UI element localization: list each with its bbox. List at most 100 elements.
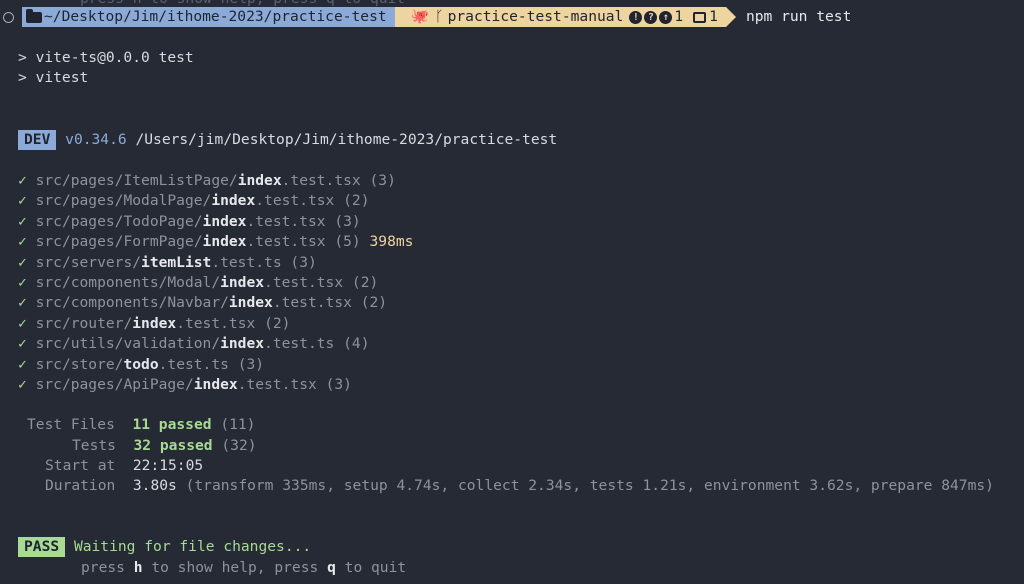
arrow-up-icon: ↑ (659, 10, 673, 24)
check-icon: ✓ (18, 294, 27, 311)
test-file-ext: .test.tsx (246, 213, 326, 230)
test-file-ext: .test.ts (158, 356, 229, 373)
test-count: (3) (369, 172, 396, 189)
git-branch-icon: ᚴ (434, 8, 444, 25)
check-icon: ✓ (18, 213, 27, 230)
test-file-name: index (202, 213, 247, 230)
check-icon: ✓ (18, 254, 27, 271)
summary-label: Test Files (27, 416, 115, 433)
test-file-dir: src/store/ (35, 356, 124, 373)
duration-detail: (transform 335ms, setup 4.74s, collect 2… (185, 477, 994, 494)
test-file-name: index (132, 315, 177, 332)
test-file-name: todo (123, 356, 159, 373)
test-file-ext: .test.tsx (281, 172, 361, 189)
github-icon: 🐙 (410, 8, 429, 25)
help-hint-line: press h to show help, press q to quit (81, 558, 406, 578)
git-ahead-count: 1 (674, 8, 684, 25)
test-count: (2) (360, 294, 388, 311)
summary-duration: Duration 3.80s (transform 335ms, setup 4… (45, 476, 994, 496)
test-file-ext: .test.tsx (237, 376, 317, 393)
git-branch-name: practice-test-manual (447, 8, 624, 25)
help-text: press (81, 559, 125, 576)
pass-status-line: PASS Waiting for file changes... (18, 537, 311, 557)
powerline-separator-icon (725, 7, 736, 27)
test-file-ext: .test.tsx (246, 233, 326, 250)
test-file-dir: src/utils/validation/ (35, 335, 221, 352)
summary-label: Start at (45, 457, 116, 474)
folder-icon (26, 8, 42, 23)
summary-passed: 32 passed (133, 437, 213, 454)
summary-test-files: Test Files 11 passed (11) (27, 415, 255, 435)
test-file-dir: src/pages/TodoPage/ (35, 213, 203, 230)
check-icon: ✓ (18, 376, 27, 393)
test-file-row: ✓ src/pages/ItemListPage/index.test.tsx … (18, 171, 396, 191)
summary-tests: Tests 32 passed (32) (72, 436, 257, 456)
summary-start: Start at 22:15:05 (45, 456, 203, 476)
test-file-ext: .test.tsx (255, 192, 335, 209)
pass-badge: PASS (18, 537, 66, 557)
test-file-name: itemList (141, 254, 212, 271)
test-file-dir: src/pages/ApiPage/ (35, 376, 194, 393)
test-file-ext: .test.tsx (264, 274, 344, 291)
test-file-dir: src/router/ (35, 315, 133, 332)
test-duration: 398 (369, 233, 396, 250)
test-file-name: index (220, 274, 265, 291)
test-count: (2) (351, 274, 379, 291)
prompt-git-segment: 🐙 ᚴ practice-test-manual ! ? ↑ 1 1 (394, 7, 736, 27)
summary-value: 3.80s (132, 477, 177, 494)
prompt-path-segment: ~/Desktop/Jim/ithome-2023/practice-test (22, 7, 405, 27)
test-file-row: ✓ src/components/Modal/index.test.tsx (2… (18, 273, 378, 293)
prompt-status-circle-icon (3, 11, 14, 23)
check-icon: ✓ (18, 315, 27, 332)
waiting-message: Waiting for file changes... (73, 538, 312, 555)
test-count: (3) (237, 356, 265, 373)
npm-script-line: > vite-ts@0.0.0 test (18, 49, 194, 66)
check-icon: ✓ (18, 172, 27, 189)
test-file-name: index (237, 172, 282, 189)
test-file-name: index (202, 233, 247, 250)
test-file-ext: .test.tsx (272, 294, 352, 311)
test-file-ext: .test.ts (211, 254, 282, 271)
help-key-h: h (133, 559, 143, 576)
summary-value: 22:15:05 (132, 457, 204, 474)
project-path: /Users/jim/Desktop/Jim/ithome-2023/pract… (135, 131, 558, 148)
test-file-dir: src/components/Modal/ (35, 274, 221, 291)
summary-total: (11) (220, 416, 256, 433)
test-file-row: ✓ src/store/todo.test.ts (3) (18, 355, 264, 375)
summary-passed: 11 passed (132, 416, 212, 433)
dev-badge: DEV (18, 130, 57, 150)
test-file-row: ✓ src/components/Navbar/index.test.tsx (… (18, 293, 387, 313)
test-file-row: ✓ src/pages/ApiPage/index.test.tsx (3) (18, 375, 352, 395)
test-file-dir: src/pages/ItemListPage/ (35, 172, 238, 189)
check-icon: ✓ (18, 233, 27, 250)
stash-tray-icon (693, 11, 707, 23)
shell-prompt: ~/Desktop/Jim/ithome-2023/practice-test … (0, 7, 851, 27)
test-file-name: index (211, 192, 256, 209)
test-count: (5) (334, 233, 361, 250)
question-icon: ? (644, 10, 658, 24)
test-file-name: index (220, 335, 265, 352)
help-key-q: q (327, 559, 336, 576)
typed-command: npm run test (745, 8, 852, 25)
test-file-name: index (228, 294, 273, 311)
test-file-dir: src/pages/ModalPage/ (35, 192, 212, 209)
vitest-version: v0.34.6 (65, 131, 127, 148)
check-icon: ✓ (18, 274, 27, 291)
exclamation-icon: ! (629, 10, 643, 24)
test-file-row: ✓ src/servers/itemList.test.ts (3) (18, 253, 317, 273)
test-file-dir: src/pages/FormPage/ (35, 233, 203, 250)
git-status-icons: ! ? ↑ 1 (629, 7, 683, 27)
vitest-dev-line: DEV v0.34.6 /Users/jim/Desktop/Jim/ithom… (18, 130, 557, 150)
test-file-ext: .test.tsx (176, 315, 256, 332)
git-stash: 1 (693, 7, 718, 27)
test-file-row: ✓ src/pages/TodoPage/index.test.tsx (3) (18, 212, 361, 232)
test-count: (2) (264, 315, 291, 332)
test-duration-unit: ms (395, 233, 414, 250)
help-text: to show help, press (151, 559, 319, 576)
help-text: to quit (344, 559, 407, 576)
prompt-path: ~/Desktop/Jim/ithome-2023/practice-test (44, 8, 387, 25)
test-file-name: index (193, 376, 238, 393)
test-file-row: ✓ src/router/index.test.tsx (2) (18, 314, 290, 334)
test-count: (4) (343, 335, 370, 352)
test-file-row: ✓ src/utils/validation/index.test.ts (4) (18, 334, 370, 354)
